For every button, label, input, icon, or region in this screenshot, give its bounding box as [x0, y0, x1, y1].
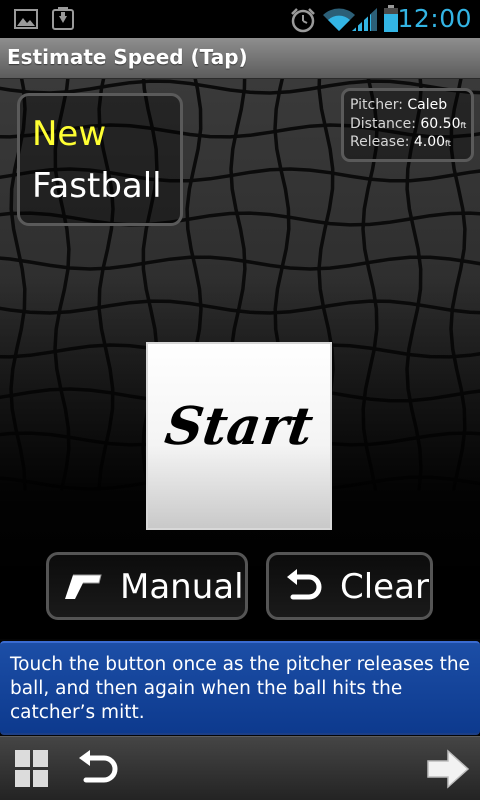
undo-icon: [283, 567, 323, 611]
instructions-text: Touch the button once as the pitcher rel…: [10, 654, 470, 723]
signal-icon: [352, 8, 378, 36]
title-bar: Estimate Speed (Tap): [0, 38, 480, 79]
manual-button-label: Manual: [120, 567, 244, 607]
distance-row: Distance: 60.50ft: [350, 116, 466, 132]
manual-button[interactable]: Manual: [46, 552, 248, 620]
start-button-label: Start: [161, 396, 317, 457]
radar-gun-icon: [63, 573, 103, 605]
release-unit: ft: [445, 139, 451, 148]
release-value: 4.00: [413, 134, 446, 150]
page-title: Estimate Speed (Tap): [7, 45, 248, 69]
status-time: 12:00: [397, 4, 472, 33]
distance-value: 60.50: [420, 116, 461, 132]
release-label: Release:: [350, 134, 410, 150]
image-icon: [14, 9, 38, 33]
pitcher-label: Pitcher:: [350, 97, 403, 113]
start-button[interactable]: Start: [146, 342, 332, 530]
alarm-icon: [290, 7, 316, 37]
back-icon[interactable]: [76, 749, 120, 793]
pitcher-info-panel[interactable]: Pitcher: Caleb Distance: 60.50ft Release…: [341, 88, 474, 162]
bottom-bar: [0, 736, 480, 800]
wifi-icon: [323, 8, 355, 36]
pitch-type-panel[interactable]: New Fastball: [17, 93, 183, 226]
forward-icon[interactable]: [426, 749, 470, 793]
clear-button[interactable]: Clear: [266, 552, 433, 620]
download-icon: [52, 6, 74, 34]
distance-label: Distance:: [350, 116, 416, 132]
windows-grid-icon[interactable]: [14, 749, 50, 793]
pitcher-name: Caleb: [407, 97, 448, 113]
instructions-box: Touch the button once as the pitcher rel…: [0, 641, 480, 735]
distance-unit: ft: [460, 121, 467, 130]
release-row: Release: 4.00ft: [350, 134, 451, 150]
clear-button-label: Clear: [340, 567, 429, 607]
pitch-status: New: [32, 114, 107, 154]
pitcher-row: Pitcher: Caleb: [350, 97, 447, 113]
status-bar: 12:00: [0, 0, 480, 38]
app-screen: 12:00 Estimate Speed (Tap) New Fastball …: [0, 0, 480, 800]
pitch-type: Fastball: [32, 166, 162, 206]
